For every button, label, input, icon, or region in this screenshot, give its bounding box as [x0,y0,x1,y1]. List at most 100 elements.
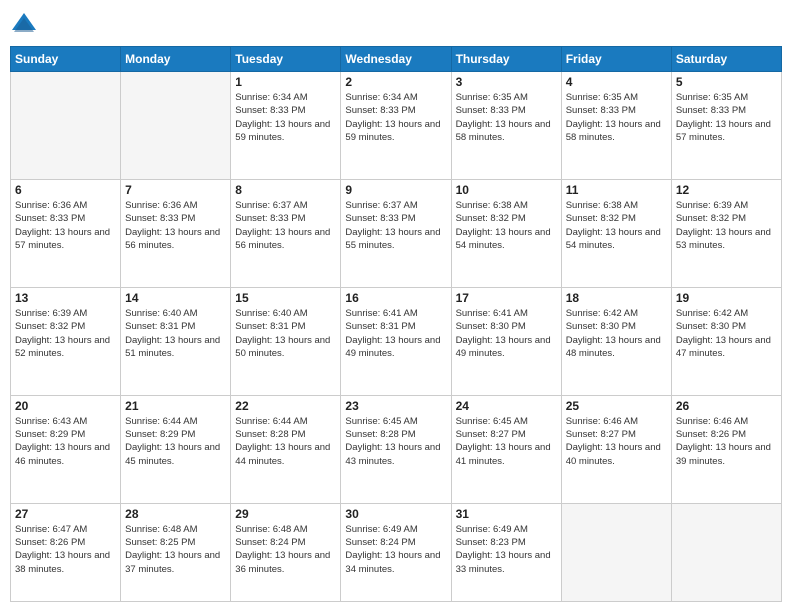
day-info: Sunrise: 6:37 AM Sunset: 8:33 PM Dayligh… [235,199,336,252]
days-of-week-row: SundayMondayTuesdayWednesdayThursdayFrid… [11,47,782,72]
calendar-week-row: 13Sunrise: 6:39 AM Sunset: 8:32 PM Dayli… [11,287,782,395]
calendar-cell: 25Sunrise: 6:46 AM Sunset: 8:27 PM Dayli… [561,395,671,503]
calendar-cell: 28 Sunrise: 6:48 AM Sunset: 8:25 PM Dayli… [121,503,231,601]
day-info: Sunrise: 6:46 AM Sunset: 8:26 PM Dayligh… [676,415,777,468]
day-info: Sunrise: 6:37 AM Sunset: 8:33 PM Dayligh… [345,199,446,252]
calendar-cell: 23 Sunrise: 6:45 AM Sunset: 8:28 PM Dayli… [341,395,451,503]
day-number: 13 [15,291,116,305]
day-number: 16 [345,291,446,305]
calendar-cell: 14 Sunrise: 6:40 AM Sunset: 8:31 PM Dayli… [121,287,231,395]
day-info: Sunrise: 6:48 AM Sunset: 8:24 PM Dayligh… [235,523,336,576]
day-number: 26 [676,399,777,413]
calendar-cell: 1 Sunrise: 6:34 AM Sunset: 8:33 PM Daylig… [231,72,341,180]
dow-header: Saturday [671,47,781,72]
calendar-cell: 17Sunrise: 6:41 AM Sunset: 8:30 PM Dayli… [451,287,561,395]
calendar-cell: 22Sunrise: 6:44 AM Sunset: 8:28 PM Dayli… [231,395,341,503]
calendar-cell: 8 Sunrise: 6:37 AM Sunset: 8:33 PM Daylig… [231,179,341,287]
calendar-cell: 26 Sunrise: 6:46 AM Sunset: 8:26 PM Dayli… [671,395,781,503]
day-number: 3 [456,75,557,89]
calendar-cell: 7 Sunrise: 6:36 AM Sunset: 8:33 PM Daylig… [121,179,231,287]
day-info: Sunrise: 6:35 AM Sunset: 8:33 PM Dayligh… [566,91,667,144]
day-info: Sunrise: 6:43 AM Sunset: 8:29 PM Dayligh… [15,415,116,468]
day-number: 24 [456,399,557,413]
day-info: Sunrise: 6:34 AM Sunset: 8:33 PM Dayligh… [235,91,336,144]
calendar-cell: 30 Sunrise: 6:49 AM Sunset: 8:24 PM Dayli… [341,503,451,601]
day-number: 20 [15,399,116,413]
day-number: 12 [676,183,777,197]
day-info: Sunrise: 6:49 AM Sunset: 8:23 PM Dayligh… [456,523,557,576]
calendar-week-row: 1 Sunrise: 6:34 AM Sunset: 8:33 PM Daylig… [11,72,782,180]
day-number: 15 [235,291,336,305]
calendar-cell: 29Sunrise: 6:48 AM Sunset: 8:24 PM Dayli… [231,503,341,601]
calendar-cell [671,503,781,601]
calendar-cell: 10Sunrise: 6:38 AM Sunset: 8:32 PM Dayli… [451,179,561,287]
calendar-cell: 4 Sunrise: 6:35 AM Sunset: 8:33 PM Daylig… [561,72,671,180]
day-info: Sunrise: 6:36 AM Sunset: 8:33 PM Dayligh… [125,199,226,252]
day-info: Sunrise: 6:36 AM Sunset: 8:33 PM Dayligh… [15,199,116,252]
calendar-cell: 15 Sunrise: 6:40 AM Sunset: 8:31 PM Dayli… [231,287,341,395]
day-number: 7 [125,183,226,197]
calendar-cell: 5 Sunrise: 6:35 AM Sunset: 8:33 PM Daylig… [671,72,781,180]
day-number: 19 [676,291,777,305]
dow-header: Tuesday [231,47,341,72]
calendar-cell: 27 Sunrise: 6:47 AM Sunset: 8:26 PM Dayli… [11,503,121,601]
day-info: Sunrise: 6:41 AM Sunset: 8:31 PM Dayligh… [345,307,446,360]
calendar-cell: 6 Sunrise: 6:36 AM Sunset: 8:33 PM Daylig… [11,179,121,287]
day-info: Sunrise: 6:34 AM Sunset: 8:33 PM Dayligh… [345,91,446,144]
day-number: 4 [566,75,667,89]
day-info: Sunrise: 6:47 AM Sunset: 8:26 PM Dayligh… [15,523,116,576]
day-info: Sunrise: 6:44 AM Sunset: 8:29 PM Dayligh… [125,415,226,468]
day-info: Sunrise: 6:41 AM Sunset: 8:30 PM Dayligh… [456,307,557,360]
calendar-cell [11,72,121,180]
logo-icon [10,10,38,38]
calendar-week-row: 27 Sunrise: 6:47 AM Sunset: 8:26 PM Dayli… [11,503,782,601]
calendar-week-row: 6 Sunrise: 6:36 AM Sunset: 8:33 PM Daylig… [11,179,782,287]
dow-header: Sunday [11,47,121,72]
dow-header: Thursday [451,47,561,72]
day-info: Sunrise: 6:49 AM Sunset: 8:24 PM Dayligh… [345,523,446,576]
day-number: 30 [345,507,446,521]
day-info: Sunrise: 6:35 AM Sunset: 8:33 PM Dayligh… [456,91,557,144]
day-info: Sunrise: 6:38 AM Sunset: 8:32 PM Dayligh… [456,199,557,252]
calendar-cell: 3 Sunrise: 6:35 AM Sunset: 8:33 PM Daylig… [451,72,561,180]
calendar-cell: 19Sunrise: 6:42 AM Sunset: 8:30 PM Dayli… [671,287,781,395]
calendar-cell: 13Sunrise: 6:39 AM Sunset: 8:32 PM Dayli… [11,287,121,395]
day-info: Sunrise: 6:48 AM Sunset: 8:25 PM Dayligh… [125,523,226,576]
calendar-week-row: 20 Sunrise: 6:43 AM Sunset: 8:29 PM Dayli… [11,395,782,503]
day-info: Sunrise: 6:40 AM Sunset: 8:31 PM Dayligh… [235,307,336,360]
dow-header: Friday [561,47,671,72]
day-number: 9 [345,183,446,197]
day-number: 8 [235,183,336,197]
calendar-body: 1 Sunrise: 6:34 AM Sunset: 8:33 PM Daylig… [11,72,782,602]
day-number: 27 [15,507,116,521]
calendar-cell: 24Sunrise: 6:45 AM Sunset: 8:27 PM Dayli… [451,395,561,503]
calendar-cell: 11Sunrise: 6:38 AM Sunset: 8:32 PM Dayli… [561,179,671,287]
day-number: 11 [566,183,667,197]
calendar-cell: 20 Sunrise: 6:43 AM Sunset: 8:29 PM Dayli… [11,395,121,503]
calendar-cell: 18 Sunrise: 6:42 AM Sunset: 8:30 PM Dayli… [561,287,671,395]
page: SundayMondayTuesdayWednesdayThursdayFrid… [0,0,792,612]
day-number: 6 [15,183,116,197]
day-number: 28 [125,507,226,521]
day-number: 1 [235,75,336,89]
calendar-cell: 16 Sunrise: 6:41 AM Sunset: 8:31 PM Dayli… [341,287,451,395]
day-number: 23 [345,399,446,413]
dow-header: Wednesday [341,47,451,72]
logo [10,10,40,38]
calendar-cell: 12Sunrise: 6:39 AM Sunset: 8:32 PM Dayli… [671,179,781,287]
day-number: 21 [125,399,226,413]
day-info: Sunrise: 6:42 AM Sunset: 8:30 PM Dayligh… [566,307,667,360]
calendar-cell: 9 Sunrise: 6:37 AM Sunset: 8:33 PM Daylig… [341,179,451,287]
day-info: Sunrise: 6:46 AM Sunset: 8:27 PM Dayligh… [566,415,667,468]
calendar-cell: 21 Sunrise: 6:44 AM Sunset: 8:29 PM Dayli… [121,395,231,503]
day-number: 5 [676,75,777,89]
day-info: Sunrise: 6:35 AM Sunset: 8:33 PM Dayligh… [676,91,777,144]
day-info: Sunrise: 6:45 AM Sunset: 8:28 PM Dayligh… [345,415,446,468]
dow-header: Monday [121,47,231,72]
calendar-cell [561,503,671,601]
calendar-cell [121,72,231,180]
day-number: 14 [125,291,226,305]
day-info: Sunrise: 6:40 AM Sunset: 8:31 PM Dayligh… [125,307,226,360]
day-number: 22 [235,399,336,413]
day-number: 18 [566,291,667,305]
